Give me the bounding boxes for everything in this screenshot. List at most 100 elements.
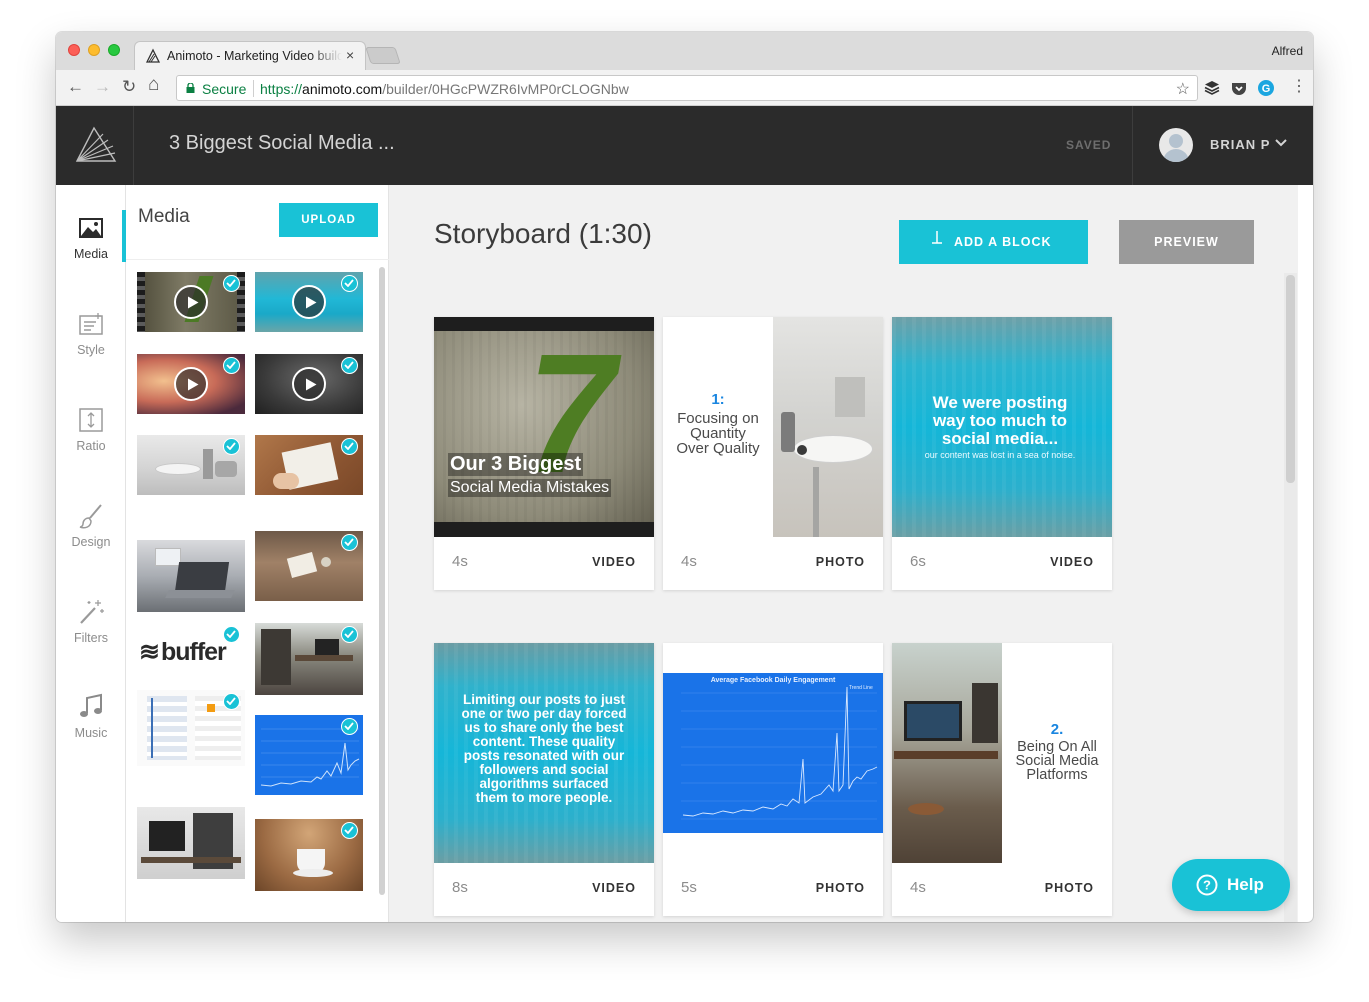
reload-icon[interactable]: ↻ bbox=[122, 77, 136, 97]
selected-check-icon[interactable] bbox=[223, 693, 240, 710]
block-preview[interactable]: Limiting our posts to just one or two pe… bbox=[434, 643, 654, 863]
upload-button[interactable]: UPLOAD bbox=[279, 203, 378, 237]
block-line: Platforms bbox=[1026, 767, 1088, 783]
add-block-icon bbox=[932, 231, 942, 244]
sidebar-item-media[interactable]: Media bbox=[56, 214, 126, 294]
storyboard-block[interactable]: 1: Focusing on Quantity Over Quality 4s … bbox=[663, 317, 883, 590]
sidebar-item-music[interactable]: Music bbox=[56, 693, 126, 773]
add-block-button[interactable]: ADD A BLOCK bbox=[899, 220, 1088, 264]
selected-check-icon[interactable] bbox=[341, 822, 358, 839]
selected-check-icon[interactable] bbox=[223, 626, 240, 643]
window-minimize-button[interactable] bbox=[88, 44, 100, 56]
help-button[interactable]: ? Help bbox=[1172, 859, 1290, 911]
block-line: content. These quality bbox=[472, 734, 616, 749]
storyboard-block[interactable]: Average Facebook Daily Engagement Trend … bbox=[663, 643, 883, 916]
media-thumbnail[interactable] bbox=[137, 807, 245, 879]
avatar[interactable] bbox=[1159, 128, 1193, 162]
block-line: posts resonated with our bbox=[463, 748, 625, 763]
buffer-extension-icon[interactable] bbox=[1203, 79, 1221, 97]
block-number: 1: bbox=[711, 391, 725, 408]
style-icon bbox=[79, 313, 103, 335]
media-thumbnail[interactable] bbox=[255, 272, 363, 332]
block-line: us to share only the best bbox=[464, 720, 624, 735]
project-title[interactable]: 3 Biggest Social Media ... bbox=[169, 132, 395, 155]
panel-divider bbox=[126, 259, 389, 260]
storyboard-block[interactable]: 2. Being On All Social Media Platforms 4… bbox=[892, 643, 1112, 916]
forward-icon[interactable]: → bbox=[94, 77, 111, 97]
media-panel-scrollbar[interactable] bbox=[379, 267, 385, 895]
block-line: Being On All bbox=[1017, 739, 1097, 755]
play-icon[interactable] bbox=[292, 367, 326, 401]
new-tab-button[interactable] bbox=[365, 47, 401, 64]
media-thumbnail[interactable] bbox=[255, 435, 363, 495]
address-bar[interactable]: Secure https://animoto.com/builder/0HGcP… bbox=[176, 75, 1198, 101]
sidebar-item-label: Design bbox=[71, 535, 111, 549]
tab-close-icon[interactable]: × bbox=[346, 47, 354, 63]
animoto-logo[interactable] bbox=[56, 106, 134, 185]
media-thumbnail[interactable] bbox=[255, 531, 363, 601]
media-thumbnail[interactable]: ≋buffer bbox=[137, 623, 245, 695]
storyboard-block[interactable]: We were posting way too much to social m… bbox=[892, 317, 1112, 590]
block-line: way too much to bbox=[932, 411, 1068, 430]
storyboard-area: Storyboard (1:30) ADD A BLOCK PREVIEW 7 … bbox=[389, 185, 1298, 922]
block-type: PHOTO bbox=[815, 555, 865, 569]
storyboard-block[interactable]: Limiting our posts to just one or two pe… bbox=[434, 643, 654, 916]
bookmark-star-icon[interactable]: ☆ bbox=[1176, 79, 1190, 99]
music-note-icon bbox=[80, 693, 102, 717]
browser-profile-name[interactable]: Alfred bbox=[1272, 44, 1303, 58]
pocket-extension-icon[interactable] bbox=[1230, 79, 1248, 97]
add-block-label: ADD A BLOCK bbox=[954, 235, 1052, 249]
selected-check-icon[interactable] bbox=[223, 357, 240, 374]
play-icon[interactable] bbox=[174, 285, 208, 319]
sidebar-item-style[interactable]: Style bbox=[56, 310, 126, 390]
selected-check-icon[interactable] bbox=[341, 275, 358, 292]
selected-check-icon[interactable] bbox=[223, 275, 240, 292]
block-preview[interactable]: 7 Our 3 Biggest Social Media Mistakes bbox=[434, 317, 654, 537]
media-thumbnail[interactable] bbox=[255, 354, 363, 414]
play-icon[interactable] bbox=[174, 367, 208, 401]
storyboard-scrollbar[interactable] bbox=[1286, 275, 1295, 483]
sidebar-item-filters[interactable]: Filters bbox=[56, 598, 126, 678]
grammarly-extension-icon[interactable]: G bbox=[1257, 79, 1275, 97]
preview-button[interactable]: PREVIEW bbox=[1119, 220, 1254, 264]
back-icon[interactable]: ← bbox=[67, 77, 84, 97]
question-circle-icon: ? bbox=[1196, 874, 1218, 896]
media-thumbnail[interactable] bbox=[255, 819, 363, 891]
block-preview[interactable]: 2. Being On All Social Media Platforms bbox=[892, 643, 1112, 863]
media-thumbnail[interactable] bbox=[137, 540, 245, 612]
media-thumbnail[interactable] bbox=[255, 623, 363, 695]
sidebar-item-ratio[interactable]: Ratio bbox=[56, 406, 126, 486]
media-thumbnail[interactable] bbox=[255, 715, 363, 795]
block-duration: 4s bbox=[452, 553, 468, 570]
window-zoom-button[interactable] bbox=[108, 44, 120, 56]
media-thumbnail[interactable] bbox=[137, 435, 245, 495]
user-name[interactable]: BRIAN P bbox=[1210, 137, 1270, 152]
selected-check-icon[interactable] bbox=[341, 534, 358, 551]
browser-menu-icon[interactable]: ⋮ bbox=[1291, 76, 1307, 96]
media-thumbnail[interactable] bbox=[137, 690, 245, 766]
browser-tab[interactable]: Animoto - Marketing Video builder × bbox=[134, 41, 366, 70]
chevron-down-icon[interactable] bbox=[1274, 136, 1288, 150]
url-text: https://animoto.com/builder/0HGcPWZR6IvM… bbox=[260, 81, 629, 97]
selected-check-icon[interactable] bbox=[341, 626, 358, 643]
left-sidebar: Media Style Ratio Design Filters Music bbox=[56, 185, 126, 922]
block-preview[interactable]: 1: Focusing on Quantity Over Quality bbox=[663, 317, 883, 537]
sidebar-item-design[interactable]: Design bbox=[56, 502, 126, 582]
block-preview[interactable]: Average Facebook Daily Engagement Trend … bbox=[663, 643, 883, 863]
home-icon[interactable]: ⌂ bbox=[148, 75, 159, 95]
media-thumbnail[interactable] bbox=[137, 354, 245, 414]
selected-check-icon[interactable] bbox=[223, 438, 240, 455]
window-close-button[interactable] bbox=[68, 44, 80, 56]
svg-text:?: ? bbox=[1203, 878, 1211, 893]
selected-check-icon[interactable] bbox=[341, 438, 358, 455]
sidebar-item-label: Media bbox=[73, 247, 109, 261]
sidebar-item-label: Filters bbox=[73, 631, 109, 645]
play-icon[interactable] bbox=[292, 285, 326, 319]
media-thumbnail[interactable] bbox=[137, 272, 245, 332]
help-label: Help bbox=[1227, 875, 1264, 894]
selected-check-icon[interactable] bbox=[341, 357, 358, 374]
selected-check-icon[interactable] bbox=[341, 718, 358, 735]
url-separator bbox=[253, 80, 254, 97]
block-preview[interactable]: We were posting way too much to social m… bbox=[892, 317, 1112, 537]
storyboard-block[interactable]: 7 Our 3 Biggest Social Media Mistakes 4s… bbox=[434, 317, 654, 590]
